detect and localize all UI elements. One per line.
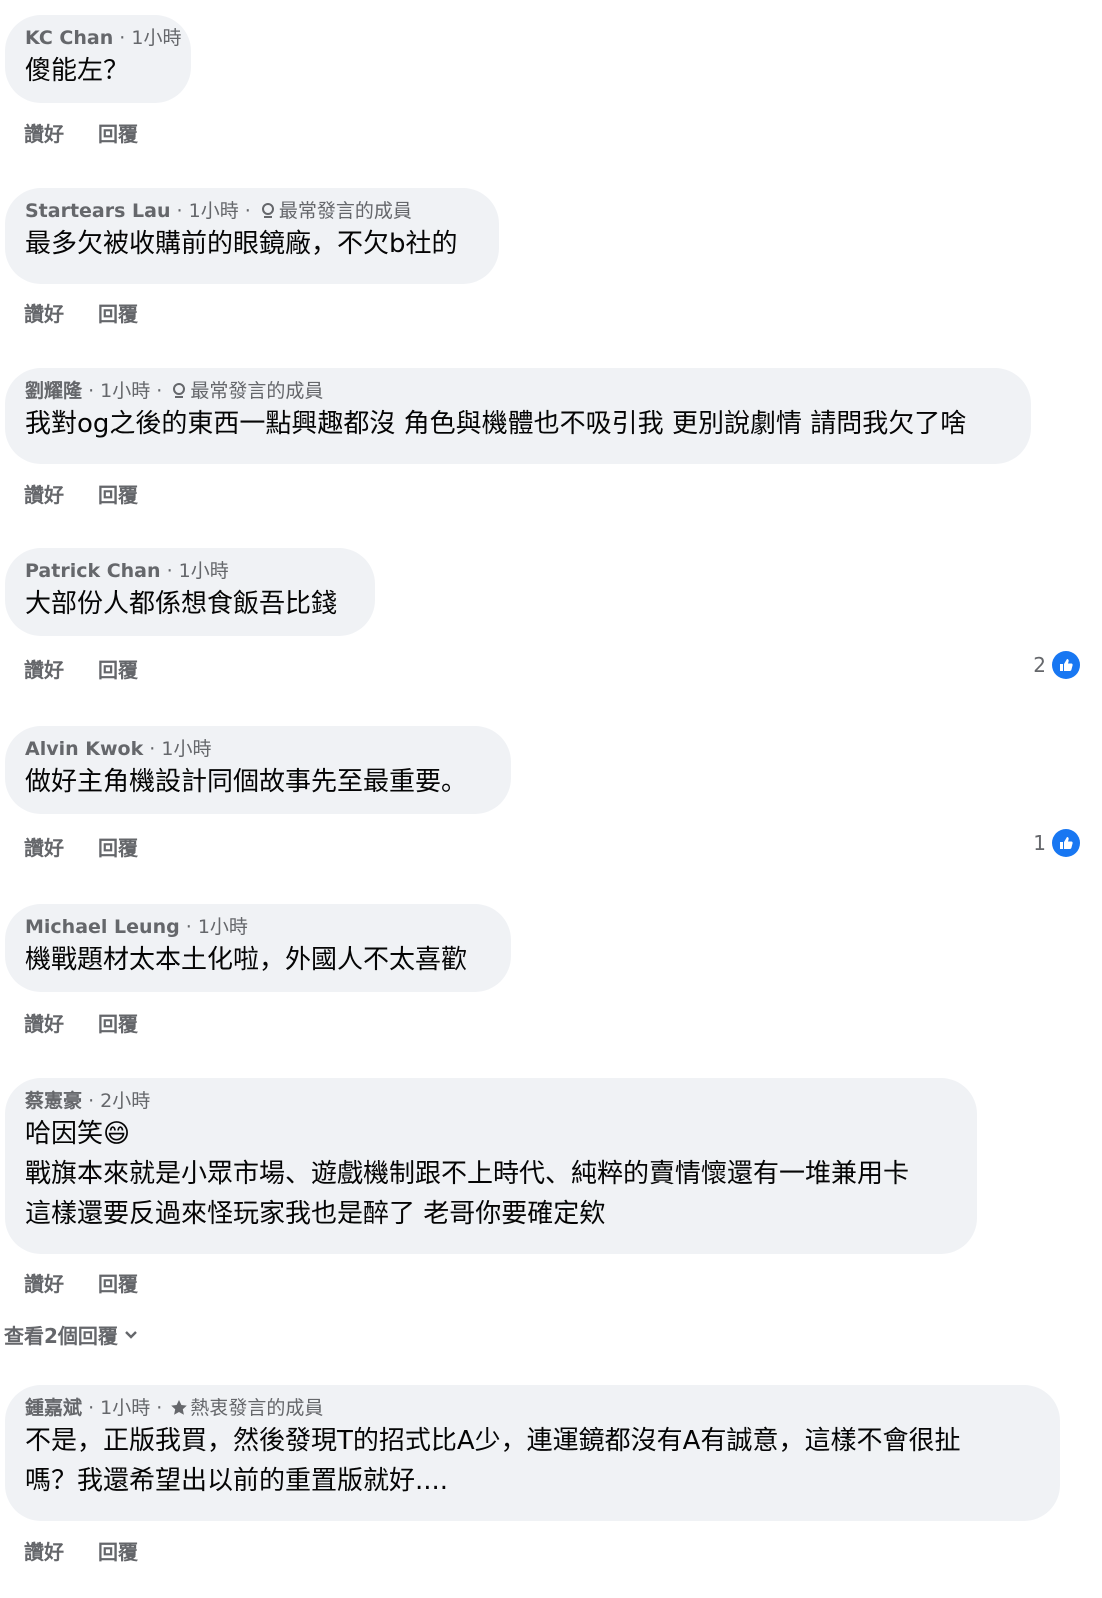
comment-actions: 讚好 回覆 (24, 1536, 138, 1565)
comment-actions: 讚好 回覆 (24, 298, 138, 327)
comment-bubble: Michael Leung · 1小時 機戰題材太本土化啦，外國人不太喜歡 (5, 904, 511, 992)
author-name[interactable]: Michael Leung (25, 916, 180, 938)
comment: 蔡憲豪 · 2小時 哈因笑😄 戰旗本來就是小眾市場、遊戲機制跟不上時代、純粹的賣… (5, 1078, 977, 1254)
comment: Patrick Chan · 1小時 大部份人都係想食飯吾比錢 (5, 548, 375, 636)
like-button[interactable]: 讚好 (24, 1268, 64, 1297)
comment: 劉耀隆 · 1小時 · 最常發言的成員 我對og之後的東西一點興趣都沒 角色與機… (5, 368, 1031, 464)
author-name[interactable]: 劉耀隆 (25, 380, 82, 402)
star-icon (171, 1400, 188, 1415)
comment-actions: 讚好 回覆 (24, 1008, 138, 1037)
comment-bubble: 蔡憲豪 · 2小時 哈因笑😄 戰旗本來就是小眾市場、遊戲機制跟不上時代、純粹的賣… (5, 1078, 977, 1254)
author-name[interactable]: Startears Lau (25, 200, 171, 222)
comment-bubble: KC Chan · 1小時 傻能左？ (5, 15, 191, 103)
reply-button[interactable]: 回覆 (98, 832, 138, 861)
like-button[interactable]: 讚好 (24, 832, 64, 861)
comment-text: 哈因笑😄 戰旗本來就是小眾市場、遊戲機制跟不上時代、純粹的賣情懷還有一堆兼用卡 … (25, 1119, 910, 1229)
like-count: 1 (1033, 831, 1046, 855)
member-badge: 熱衷發言的成員 (190, 1397, 324, 1419)
comment-bubble: 劉耀隆 · 1小時 · 最常發言的成員 我對og之後的東西一點興趣都沒 角色與機… (5, 368, 1031, 464)
reply-button[interactable]: 回覆 (98, 1008, 138, 1037)
like-count: 2 (1033, 653, 1046, 677)
comment-text: 不是，正版我買，然後發現T的招式比A少，連運鏡都沒有A有誠意，這樣不會很扯 嗎？… (25, 1426, 961, 1496)
reply-button[interactable]: 回覆 (98, 298, 138, 327)
like-button[interactable]: 讚好 (24, 654, 64, 683)
like-button[interactable]: 讚好 (24, 1008, 64, 1037)
reaction-count[interactable]: 2 (1033, 651, 1080, 679)
thumbs-up-icon (1052, 829, 1080, 857)
like-button[interactable]: 讚好 (24, 1536, 64, 1565)
like-button[interactable]: 讚好 (24, 118, 64, 147)
comment: Alvin Kwok · 1小時 做好主角機設計同個故事先至最重要。 (5, 726, 511, 814)
view-replies-link[interactable]: 查看2個回覆 (4, 1320, 138, 1349)
timestamp[interactable]: · 1小時 · (88, 1397, 162, 1419)
member-badge: 最常發言的成員 (278, 200, 412, 222)
timestamp[interactable]: · 1小時 (167, 560, 229, 582)
award-icon (261, 203, 274, 218)
timestamp[interactable]: · 1小時 (119, 27, 181, 49)
comment-text: 我對og之後的東西一點興趣都沒 角色與機體也不吸引我 更別說劇情 請問我欠了啥 (25, 409, 967, 439)
chevron-down-icon (125, 1330, 137, 1339)
view-replies-label: 查看2個回覆 (4, 1324, 118, 1348)
comment: KC Chan · 1小時 傻能左？ (5, 15, 191, 103)
comment-bubble: Startears Lau · 1小時 · 最常發言的成員 最多欠被收購前的眼鏡… (5, 188, 499, 284)
comment-text: 做好主角機設計同個故事先至最重要。 (25, 767, 468, 797)
comment-bubble: Alvin Kwok · 1小時 做好主角機設計同個故事先至最重要。 (5, 726, 511, 814)
comment: Michael Leung · 1小時 機戰題材太本土化啦，外國人不太喜歡 (5, 904, 511, 992)
author-name[interactable]: KC Chan (25, 27, 113, 49)
author-name[interactable]: Patrick Chan (25, 560, 161, 582)
like-button[interactable]: 讚好 (24, 298, 64, 327)
reply-button[interactable]: 回覆 (98, 1536, 138, 1565)
comment-bubble: Patrick Chan · 1小時 大部份人都係想食飯吾比錢 (5, 548, 375, 636)
author-name[interactable]: Alvin Kwok (25, 738, 143, 760)
award-icon (173, 383, 186, 398)
thumbs-up-icon (1052, 651, 1080, 679)
comment-text: 最多欠被收購前的眼鏡廠，不欠b社的 (25, 229, 458, 259)
author-name[interactable]: 蔡憲豪 (25, 1090, 82, 1112)
timestamp[interactable]: · 2小時 (88, 1090, 150, 1112)
like-button[interactable]: 讚好 (24, 479, 64, 508)
comment-actions: 讚好 回覆 (24, 1268, 138, 1297)
comment-text: 機戰題材太本土化啦，外國人不太喜歡 (25, 945, 468, 975)
author-name[interactable]: 鍾嘉斌 (25, 1397, 82, 1419)
timestamp[interactable]: · 1小時 (149, 738, 211, 760)
comment-actions: 讚好 回覆 (24, 479, 138, 508)
comment-bubble: 鍾嘉斌 · 1小時 · 熱衷發言的成員 不是，正版我買，然後發現T的招式比A少，… (5, 1385, 1060, 1521)
comment-actions: 讚好 回覆 (24, 832, 138, 861)
reply-button[interactable]: 回覆 (98, 1268, 138, 1297)
timestamp[interactable]: · 1小時 (186, 916, 248, 938)
reply-button[interactable]: 回覆 (98, 118, 138, 147)
comment-text: 傻能左？ (25, 56, 130, 86)
member-badge: 最常發言的成員 (190, 380, 324, 402)
comment: Startears Lau · 1小時 · 最常發言的成員 最多欠被收購前的眼鏡… (5, 188, 499, 284)
timestamp[interactable]: · 1小時 · (177, 200, 251, 222)
comment: 鍾嘉斌 · 1小時 · 熱衷發言的成員 不是，正版我買，然後發現T的招式比A少，… (5, 1385, 1060, 1521)
reply-button[interactable]: 回覆 (98, 654, 138, 683)
comment-text: 大部份人都係想食飯吾比錢 (25, 589, 338, 619)
timestamp[interactable]: · 1小時 · (88, 380, 162, 402)
comment-actions: 讚好 回覆 (24, 118, 138, 147)
reply-button[interactable]: 回覆 (98, 479, 138, 508)
reaction-count[interactable]: 1 (1033, 829, 1080, 857)
comment-actions: 讚好 回覆 (24, 654, 138, 683)
